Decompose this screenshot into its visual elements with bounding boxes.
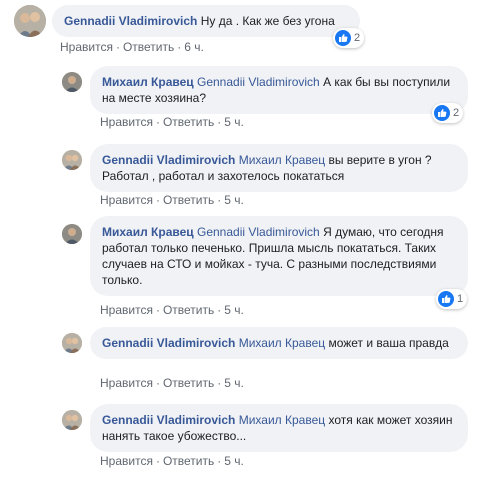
like-link[interactable]: Нравится [100,303,153,317]
reply-link[interactable]: Ответить [163,376,214,390]
comment-bubble: Gennadii Vladimirovich Михаил Кравец вы … [90,144,468,192]
like-icon [434,105,450,121]
comment-actions: Нравится · Ответить · 5 ч. [100,376,244,390]
avatar-photo-icon [62,224,82,244]
comment-actions: Нравится · Ответить · 5 ч. [100,303,244,317]
comment-bubble: Михаил Кравец Gennadii Vladimirovich А к… [90,66,468,114]
comment-author[interactable]: Gennadii Vladimirovich [102,413,235,427]
comment-actions: Нравится · Ответить · 5 ч. [100,115,244,129]
comment-author[interactable]: Михаил Кравец [102,225,194,239]
comment-mention[interactable]: Gennadii Vladimirovich [197,75,320,89]
comment-mention[interactable]: Gennadii Vladimirovich [197,225,320,239]
timestamp[interactable]: 6 ч. [184,40,204,54]
reply-link[interactable]: Ответить [123,40,174,54]
avatar-photo-icon [62,72,82,92]
like-link[interactable]: Нравится [100,193,153,207]
like-icon [335,30,351,46]
reply-link[interactable]: Ответить [163,454,214,468]
reaction-count[interactable]: 1 [436,289,468,309]
avatar[interactable] [62,224,82,244]
avatar-photo-icon [62,150,82,170]
comment-bubble: Gennadii Vladimirovich Михаил Кравец хот… [90,404,468,452]
timestamp[interactable]: 5 ч. [224,193,244,207]
reply-link[interactable]: Ответить [163,303,214,317]
like-link[interactable]: Нравится [100,454,153,468]
like-link[interactable]: Нравится [100,115,153,129]
comment-mention[interactable]: Михаил Кравец [239,413,325,427]
reaction-number: 2 [453,107,460,119]
avatar-photo-icon [14,5,46,37]
comment-author[interactable]: Михаил Кравец [102,75,194,89]
like-link[interactable]: Нравится [100,376,153,390]
comment-bubble: Gennadii Vladimirovich Михаил Кравец мож… [90,327,468,359]
avatar[interactable] [62,333,82,353]
comment-author[interactable]: Gennadii Vladimirovich [102,153,235,167]
timestamp[interactable]: 5 ч. [224,303,244,317]
avatar[interactable] [62,410,82,430]
avatar[interactable] [62,72,82,92]
reply-link[interactable]: Ответить [163,193,214,207]
comment-actions: Нравится · Ответить · 5 ч. [100,193,244,207]
comment-author[interactable]: Gennadii Vladimirovich [64,14,197,28]
comment-actions: Нравится · Ответить · 5 ч. [100,454,244,468]
comment-mention[interactable]: Михаил Кравец [239,153,325,167]
like-link[interactable]: Нравится [60,40,113,54]
avatar[interactable] [14,5,46,37]
reply-link[interactable]: Ответить [163,115,214,129]
like-icon [438,291,454,307]
avatar-photo-icon [62,410,82,430]
comment-author[interactable]: Gennadii Vladimirovich [102,336,235,350]
timestamp[interactable]: 5 ч. [224,454,244,468]
comment-bubble: Gennadii Vladimirovich Ну да . Как же бе… [52,5,360,37]
comment-bubble: Михаил Кравец Gennadii Vladimirovich Я д… [90,216,468,296]
comment-text: может и ваша правда [328,336,449,350]
comment-actions: Нравится · Ответить · 6 ч. [60,40,204,54]
reaction-number: 2 [354,32,361,44]
timestamp[interactable]: 5 ч. [224,376,244,390]
reaction-number: 1 [457,293,464,305]
comment-text: Ну да . Как же без угона [200,14,335,28]
timestamp[interactable]: 5 ч. [224,115,244,129]
reaction-count[interactable]: 2 [333,28,365,48]
avatar[interactable] [62,150,82,170]
reaction-count[interactable]: 2 [432,103,464,123]
avatar-photo-icon [62,333,82,353]
comment-mention[interactable]: Михаил Кравец [239,336,325,350]
